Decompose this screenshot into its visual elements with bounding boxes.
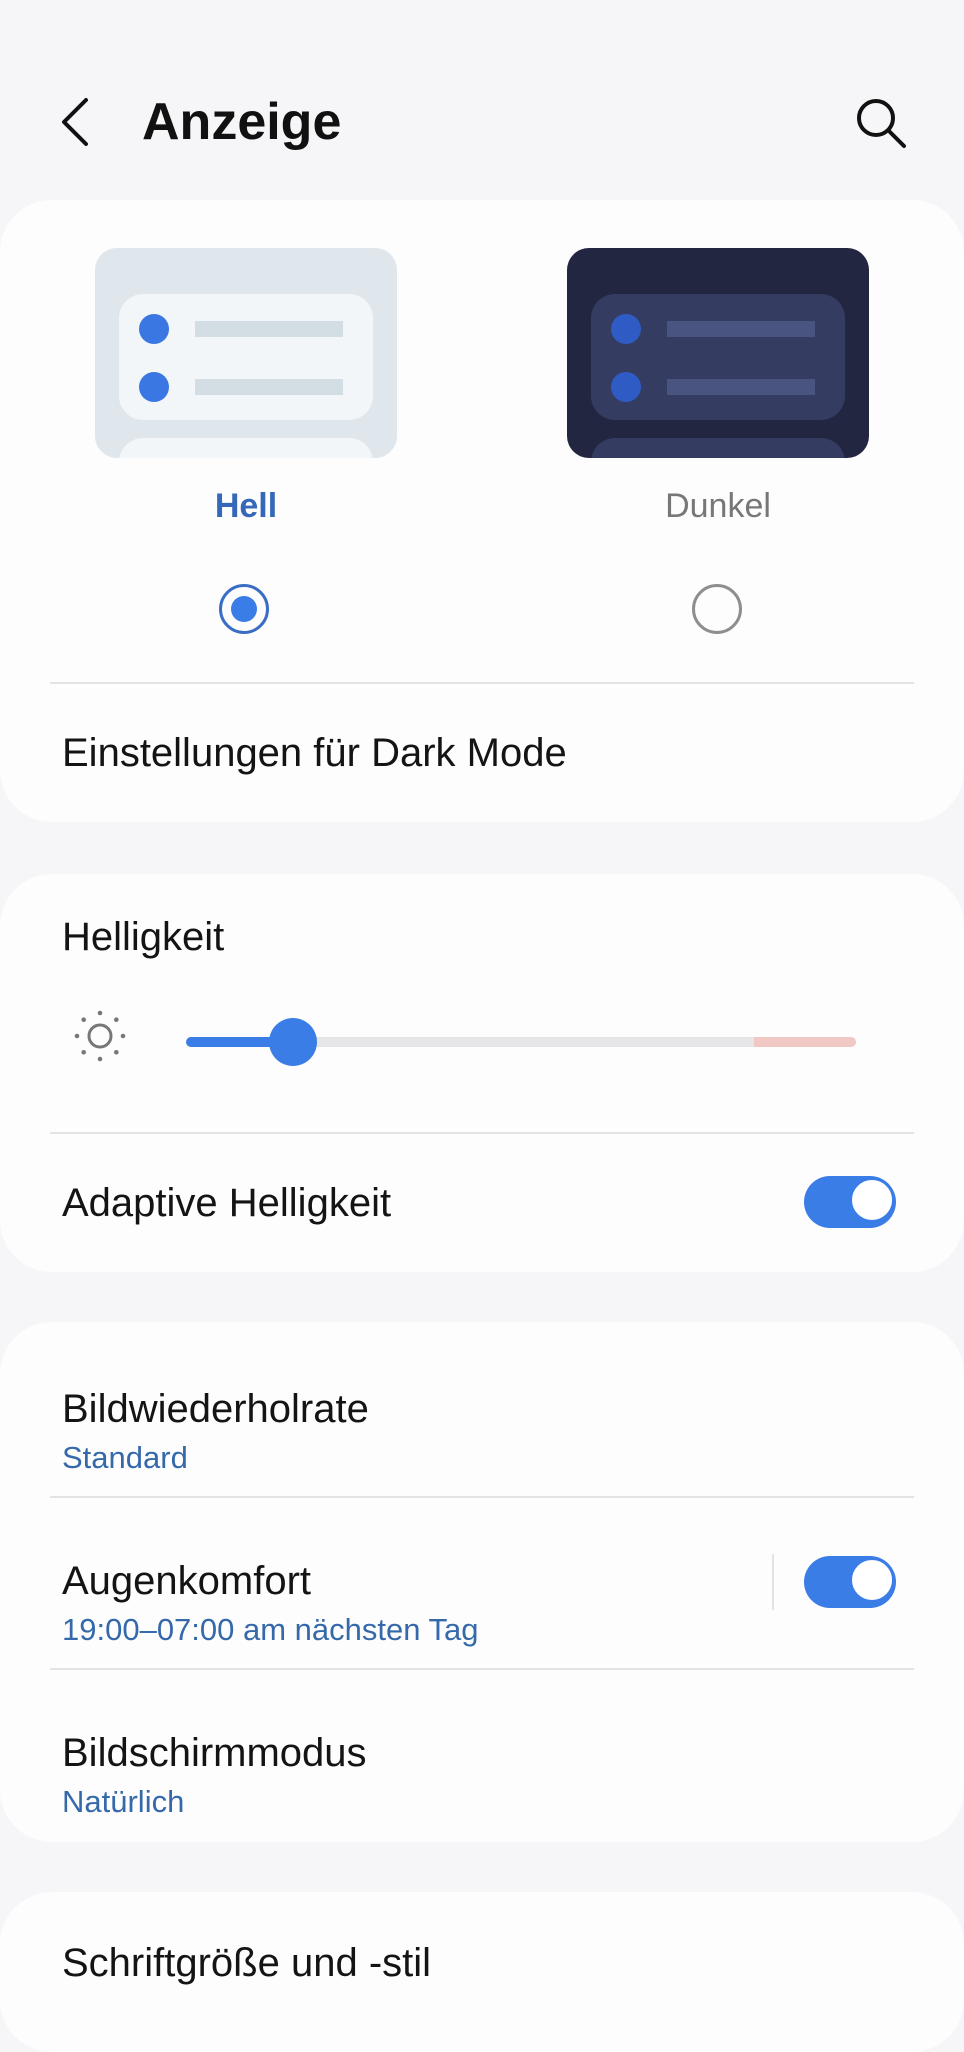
slider-thumb[interactable] (269, 1018, 317, 1066)
refresh-rate-label: Bildwiederholrate (62, 1387, 369, 1431)
preview-line (667, 379, 815, 395)
preview-dot (139, 372, 169, 402)
preview-line (667, 321, 815, 337)
theme-option-dark[interactable]: Dunkel (567, 248, 869, 528)
theme-card: Hell Dunkel Einstellungen für Dark Mode (0, 200, 964, 822)
light-theme-preview (95, 248, 397, 458)
screen-mode-value: Natürlich (62, 1784, 185, 1819)
slider-high-brightness-zone (754, 1037, 856, 1047)
page-title: Anzeige (142, 93, 342, 151)
back-button[interactable] (52, 92, 102, 152)
refresh-rate-value: Standard (62, 1440, 188, 1475)
brightness-label: Helligkeit (62, 915, 225, 959)
preview-dot (139, 314, 169, 344)
dark-mode-settings-item[interactable]: Einstellungen für Dark Mode (62, 728, 567, 778)
chevron-left-icon (62, 98, 88, 146)
toggle-knob (850, 1558, 894, 1602)
dark-theme-preview (567, 248, 869, 458)
vertical-separator (772, 1554, 774, 1610)
eye-comfort-value: 19:00–07:00 am nächsten Tag (62, 1612, 479, 1647)
theme-label-light: Hell (214, 487, 278, 525)
brightness-card: Helligkeit Adaptive Helligkeit (0, 874, 964, 1272)
theme-option-light[interactable]: Hell (95, 248, 397, 528)
toggle-knob (850, 1178, 894, 1222)
preview-dot (611, 314, 641, 344)
adaptive-brightness-toggle[interactable] (804, 1176, 896, 1228)
radio-light-selected[interactable] (219, 584, 269, 634)
theme-label-dark: Dunkel (665, 487, 771, 525)
preview-line (195, 321, 343, 337)
eye-comfort-label: Augenkomfort (62, 1559, 312, 1603)
search-icon (857, 99, 906, 148)
divider (50, 1132, 914, 1134)
divider (50, 682, 914, 684)
preview-dot (611, 372, 641, 402)
eye-comfort-toggle[interactable] (804, 1556, 896, 1608)
divider (50, 1496, 914, 1498)
brightness-slider[interactable] (186, 1018, 856, 1066)
screen-mode-label: Bildschirmmodus (62, 1731, 367, 1775)
adaptive-brightness-label: Adaptive Helligkeit (62, 1181, 392, 1225)
font-card: Schriftgröße und -stil (0, 1892, 964, 2052)
font-size-style-item[interactable]: Schriftgröße und -stil (62, 1938, 431, 1988)
divider (50, 1668, 914, 1670)
app-header: Anzeige (0, 0, 964, 200)
radio-dark[interactable] (692, 584, 742, 634)
display-settings-card: Bildwiederholrate Standard Augenkomfort … (0, 1322, 964, 1842)
preview-line (195, 379, 343, 395)
sun-icon (74, 1010, 126, 1062)
search-button[interactable] (852, 94, 912, 154)
